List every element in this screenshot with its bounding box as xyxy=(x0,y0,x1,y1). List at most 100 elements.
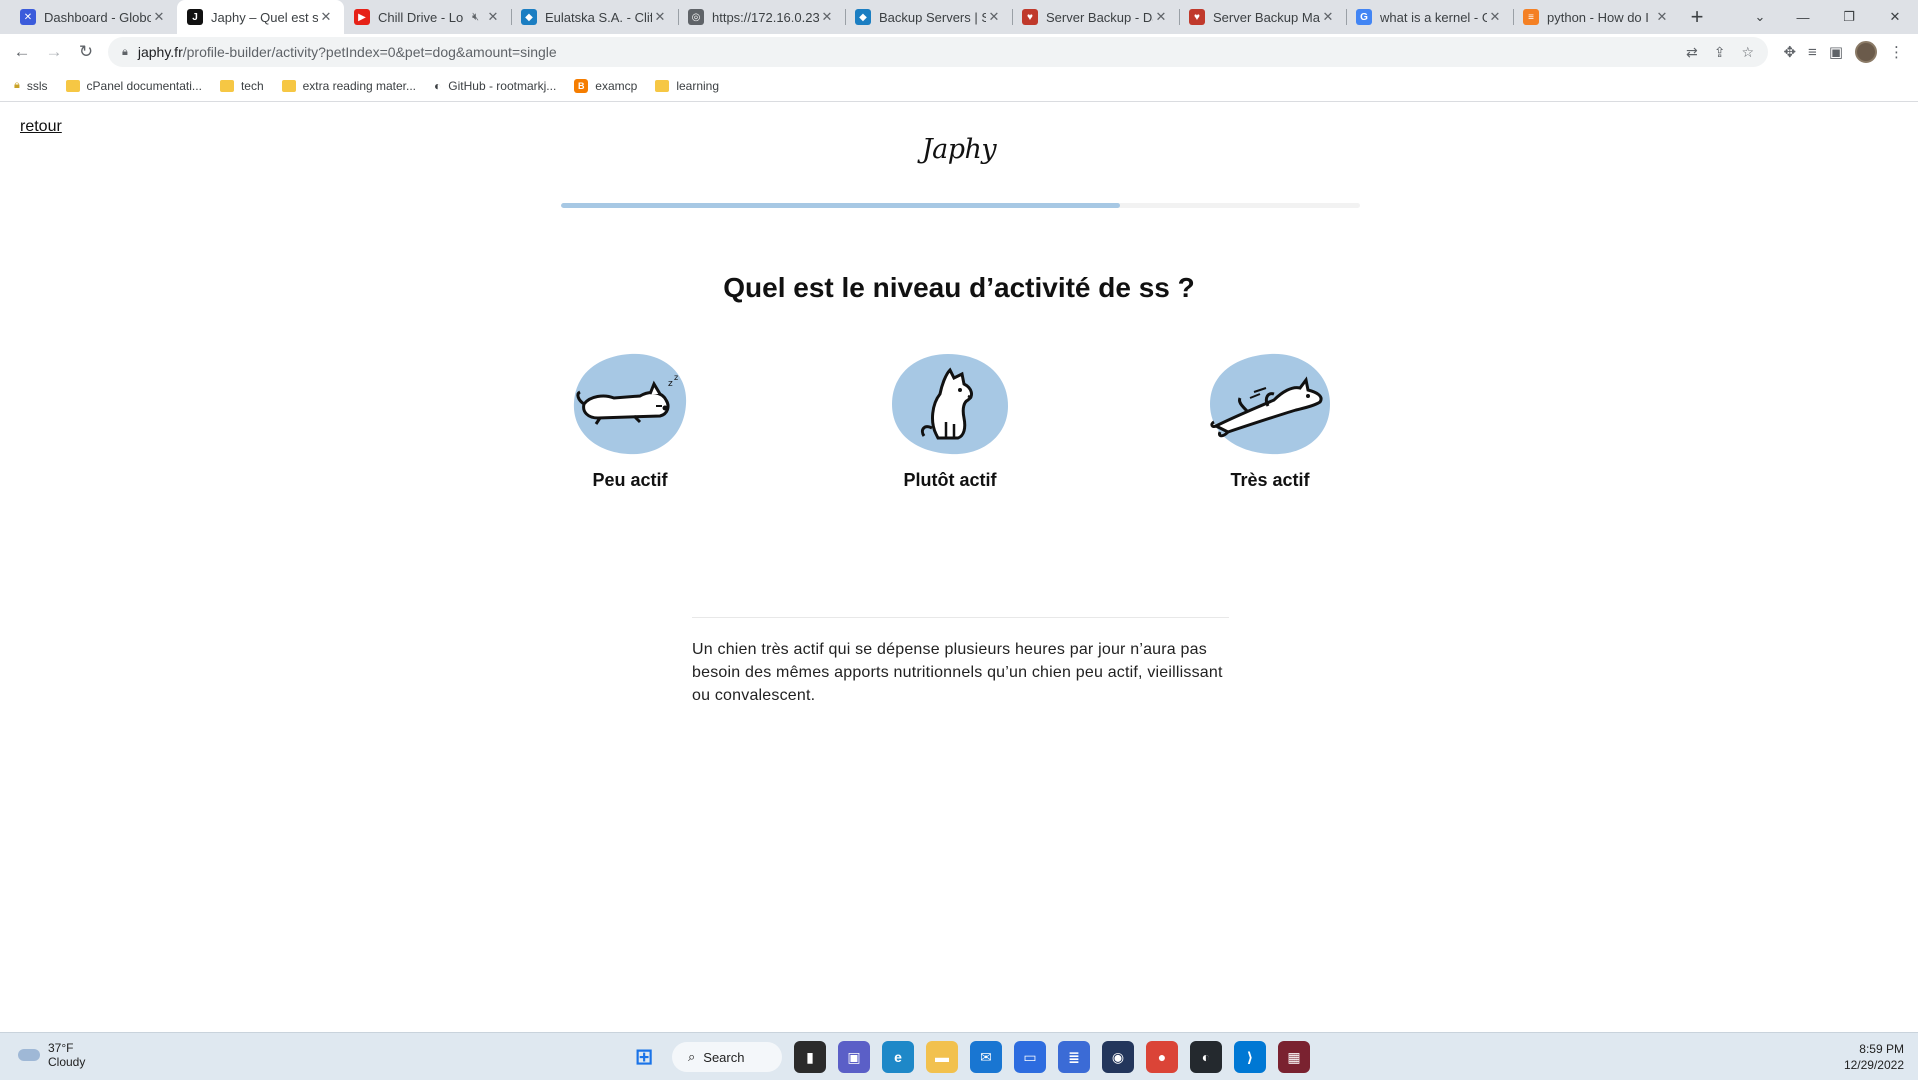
lock-icon: 🔒︎ xyxy=(14,79,20,91)
translate-icon[interactable]: ⇄ xyxy=(1686,44,1698,61)
app-icon[interactable]: ▦ xyxy=(1278,1041,1310,1073)
bookmark-label: GitHub - rootmarkj... xyxy=(448,78,557,93)
bookmark-item[interactable]: learning xyxy=(655,79,719,93)
restore-button[interactable]: ❐ xyxy=(1826,0,1872,34)
folder-icon xyxy=(219,79,234,92)
folder-icon xyxy=(65,79,80,92)
tab-close-icon[interactable]: ✕ xyxy=(1487,9,1503,25)
browser-tab[interactable]: Gwhat is a kernel - G ✕ xyxy=(1346,0,1513,34)
tab-close-icon[interactable]: ✕ xyxy=(1320,9,1336,25)
tab-title: what is a kernel - G xyxy=(1380,9,1487,25)
forward-arrow-icon[interactable]: → xyxy=(38,36,70,68)
new-tab-button[interactable]: + xyxy=(1680,0,1714,34)
browser-tab[interactable]: ♥ Server Backup Man ✕ xyxy=(1179,0,1346,34)
tab-favicon-icon: ♥ xyxy=(1189,9,1205,25)
tab-favicon-icon: ♥ xyxy=(1022,9,1038,25)
bookmark-item[interactable]: cPanel documentati... xyxy=(65,78,202,93)
tab-close-icon[interactable]: ✕ xyxy=(1153,9,1169,25)
blogger-icon: B xyxy=(574,78,589,93)
reload-icon[interactable]: ↻ xyxy=(70,36,102,68)
activity-options: z z Peu actif Plutôt actif Très actif xyxy=(0,352,1918,502)
weather-widget[interactable]: 37°F Cloudy xyxy=(18,1041,85,1069)
browser-tab[interactable]: J Japhy – Quel est so ✕ xyxy=(177,0,344,34)
url-host: japhy.fr xyxy=(137,44,183,60)
media-queue-icon[interactable]: ≡ xyxy=(1808,44,1817,61)
close-window-button[interactable]: ✕ xyxy=(1872,0,1918,34)
tab-title: https://172.16.0.23 xyxy=(712,9,819,25)
window-controls: ⌄ — ❐ ✕ xyxy=(1740,0,1918,34)
bookmark-label: cPanel documentati... xyxy=(86,78,202,93)
task-view-icon[interactable]: ▮ xyxy=(794,1041,826,1073)
tab-close-icon[interactable]: ✕ xyxy=(485,9,501,25)
option-label: Plutôt actif xyxy=(903,470,997,490)
chrome-icon[interactable]: ● xyxy=(1146,1041,1178,1073)
option-low-activity[interactable]: z z Peu actif xyxy=(530,352,730,491)
tab-favicon-icon: ◎ xyxy=(688,9,704,25)
tab-title: Japhy – Quel est so xyxy=(211,9,318,25)
system-clock[interactable]: 8:59 PM 12/29/2022 xyxy=(1844,1041,1904,1073)
bookmarks-bar: 🔒︎ ssls cPanel documentati... tech extra rea… xyxy=(0,70,1918,102)
bookmark-star-icon[interactable]: ☆ xyxy=(1741,44,1754,61)
tab-favicon-icon: J xyxy=(187,9,203,25)
tab-close-icon[interactable]: ✕ xyxy=(151,9,167,25)
browser-tab[interactable]: ◎ https://172.16.0.23 ✕ xyxy=(678,0,845,34)
share-icon[interactable]: ⇪ xyxy=(1714,44,1726,61)
tab-close-icon[interactable]: ✕ xyxy=(652,9,668,25)
option-high-activity[interactable]: Très actif xyxy=(1170,352,1370,491)
tab-close-icon[interactable]: ✕ xyxy=(318,9,334,25)
vpn-lock-icon[interactable]: ◉ xyxy=(1102,1041,1134,1073)
tab-list: ✕ Dashboard - Globo ✕ J Japhy – Quel est so ✕… xyxy=(10,0,1680,34)
browser-tab[interactable]: ✕ Dashboard - Globo ✕ xyxy=(10,0,177,34)
bookmark-item[interactable]: Bexamcp xyxy=(574,78,638,93)
tab-search-icon[interactable]: ⌄ xyxy=(1740,0,1780,34)
tab-close-icon[interactable]: ✕ xyxy=(1654,9,1670,25)
tab-close-icon[interactable]: ✕ xyxy=(986,9,1002,25)
sitting-dog-icon xyxy=(892,354,1008,455)
sleeping-dog-icon: z z xyxy=(573,353,687,455)
notepad-icon[interactable]: ≣ xyxy=(1058,1041,1090,1073)
bookmark-label: examcp xyxy=(595,78,638,93)
page-title: Quel est le niveau d’activité de ss ? xyxy=(723,272,1195,303)
bookmark-item[interactable]: ◐ GitHub - rootmarkj... xyxy=(434,79,556,93)
extensions-puzzle-icon[interactable]: ✥ xyxy=(1783,43,1796,61)
browser-tab[interactable]: ▶ Chill Drive - Lo 🔇︎ ✕ xyxy=(344,0,511,34)
option-label: Peu actif xyxy=(592,470,668,490)
browser-tab[interactable]: ◆ Eulatska S.A. - Clif ✕ xyxy=(511,0,678,34)
svg-text:z: z xyxy=(674,373,678,382)
menu-kebab-icon[interactable]: ⋮ xyxy=(1889,43,1904,61)
teams-chat-icon[interactable]: ▣ xyxy=(838,1041,870,1073)
bookmark-item[interactable]: extra reading mater... xyxy=(281,79,416,93)
side-panel-icon[interactable]: ▣ xyxy=(1829,43,1843,61)
tab-favicon-icon: ▶ xyxy=(354,9,370,25)
minimize-button[interactable]: — xyxy=(1780,0,1826,34)
taskbar-search[interactable]: ⌕ Search xyxy=(672,1042,782,1072)
file-explorer-icon[interactable]: ▬ xyxy=(926,1041,958,1073)
edge-icon[interactable]: e xyxy=(882,1041,914,1073)
windows-start-icon[interactable]: ⊞ xyxy=(628,1041,660,1073)
remote-desktop-icon[interactable]: ▭ xyxy=(1014,1041,1046,1073)
bookmark-label: learning xyxy=(676,78,720,93)
tab-favicon-icon: ✕ xyxy=(20,9,36,25)
progress-bar xyxy=(561,203,1360,208)
browser-tab[interactable]: ♥ Server Backup - Da ✕ xyxy=(1012,0,1179,34)
browser-tab[interactable]: ≡ python - How do I ✕ xyxy=(1513,0,1680,34)
vscode-icon[interactable]: ⟩ xyxy=(1234,1041,1266,1073)
tab-title: Eulatska S.A. - Clif xyxy=(545,9,652,25)
taskbar-apps: ⊞ ⌕ Search ▮ ▣ e ▬ ✉ ▭ ≣ ◉ ● ◐ ⟩ ▦ xyxy=(628,1038,1310,1076)
bookmark-item[interactable]: tech xyxy=(219,79,264,93)
bookmark-item[interactable]: 🔒︎ ssls xyxy=(14,79,48,93)
tab-close-icon[interactable]: ✕ xyxy=(819,9,835,25)
folder-icon xyxy=(281,79,296,92)
mail-icon[interactable]: ✉ xyxy=(970,1041,1002,1073)
lock-icon[interactable]: 🔒︎ xyxy=(122,46,128,59)
browser-toolbar: ← → ↻ 🔒︎ japhy.fr/profile-builder/activi… xyxy=(0,34,1918,70)
github-desktop-icon[interactable]: ◐ xyxy=(1190,1041,1222,1073)
option-medium-activity[interactable]: Plutôt actif xyxy=(850,352,1050,491)
address-bar[interactable]: 🔒︎ japhy.fr/profile-builder/activity?pet… xyxy=(108,37,1768,67)
tab-title: Backup Servers | Su xyxy=(879,9,986,25)
tab-mute-icon[interactable]: 🔇︎ xyxy=(472,11,479,24)
profile-avatar[interactable] xyxy=(1855,41,1877,63)
tab-strip: ✕ Dashboard - Globo ✕ J Japhy – Quel est so ✕… xyxy=(0,0,1918,34)
back-arrow-icon[interactable]: ← xyxy=(6,36,38,68)
browser-tab[interactable]: ◆ Backup Servers | Su ✕ xyxy=(845,0,1012,34)
